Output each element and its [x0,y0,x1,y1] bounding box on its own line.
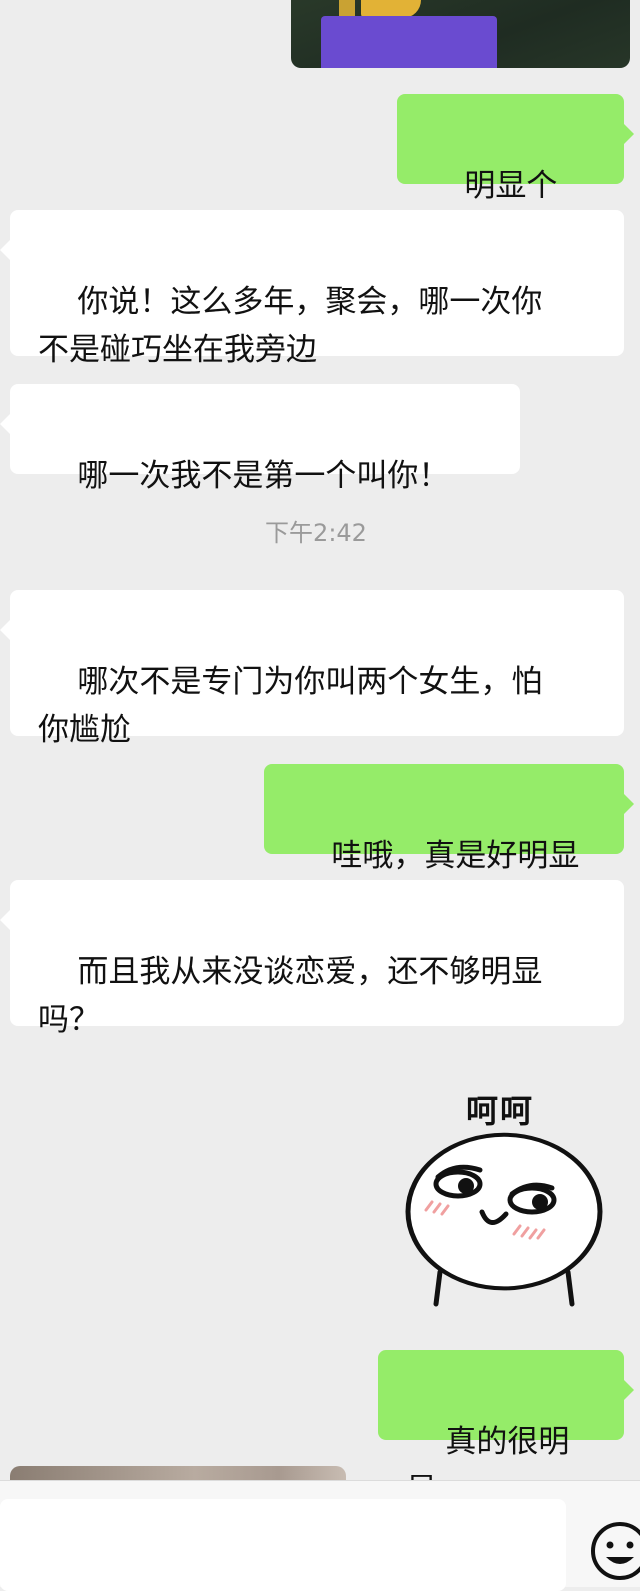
message-bubble-incoming[interactable]: 哪一次我不是第一个叫你！ [0,384,520,494]
message-text: 而且我从来没谈恋爱，还不够明显 吗？ [38,954,543,1038]
message-text: 哪次不是专门为你叫两个女生，怕 你尴尬 [38,664,543,748]
image-detail [321,16,497,68]
message-bubble-outgoing[interactable]: 真的很明显 [378,1350,634,1500]
message-text: 哇哦，真是好明显 [331,838,580,874]
sticker-caption: 呵呵 [465,1092,534,1130]
input-bar [0,1480,640,1591]
image-message[interactable] [291,0,630,68]
message-bubble-incoming[interactable]: 哪次不是专门为你叫两个女生，怕 你尴尬 [0,590,624,748]
message-timestamp: 下午2:42 [265,519,367,547]
message-bubble-incoming[interactable]: 而且我从来没谈恋爱，还不够明显 吗？ [0,880,624,1038]
chat-area: 明显个🥚 你说！这么多年，聚会，哪一次你 不是碰巧坐在我旁边 哪一次我不是第一个… [0,0,640,1500]
message-bubble-incoming[interactable]: 你说！这么多年，聚会，哪一次你 不是碰巧坐在我旁边 [0,210,624,368]
message-bubble-outgoing[interactable]: 明显个🥚 [397,94,634,252]
message-input[interactable] [0,1499,566,1591]
message-text: 你说！这么多年，聚会，哪一次你 不是碰巧坐在我旁边 [38,284,543,368]
smirk-face-sticker[interactable]: 呵呵 [400,1082,605,1310]
message-text: 哪一次我不是第一个叫你！ [77,458,450,494]
emoji-smile-icon[interactable] [588,1519,640,1583]
message-bubble-outgoing[interactable]: 哇哦，真是好明显 [264,764,634,874]
